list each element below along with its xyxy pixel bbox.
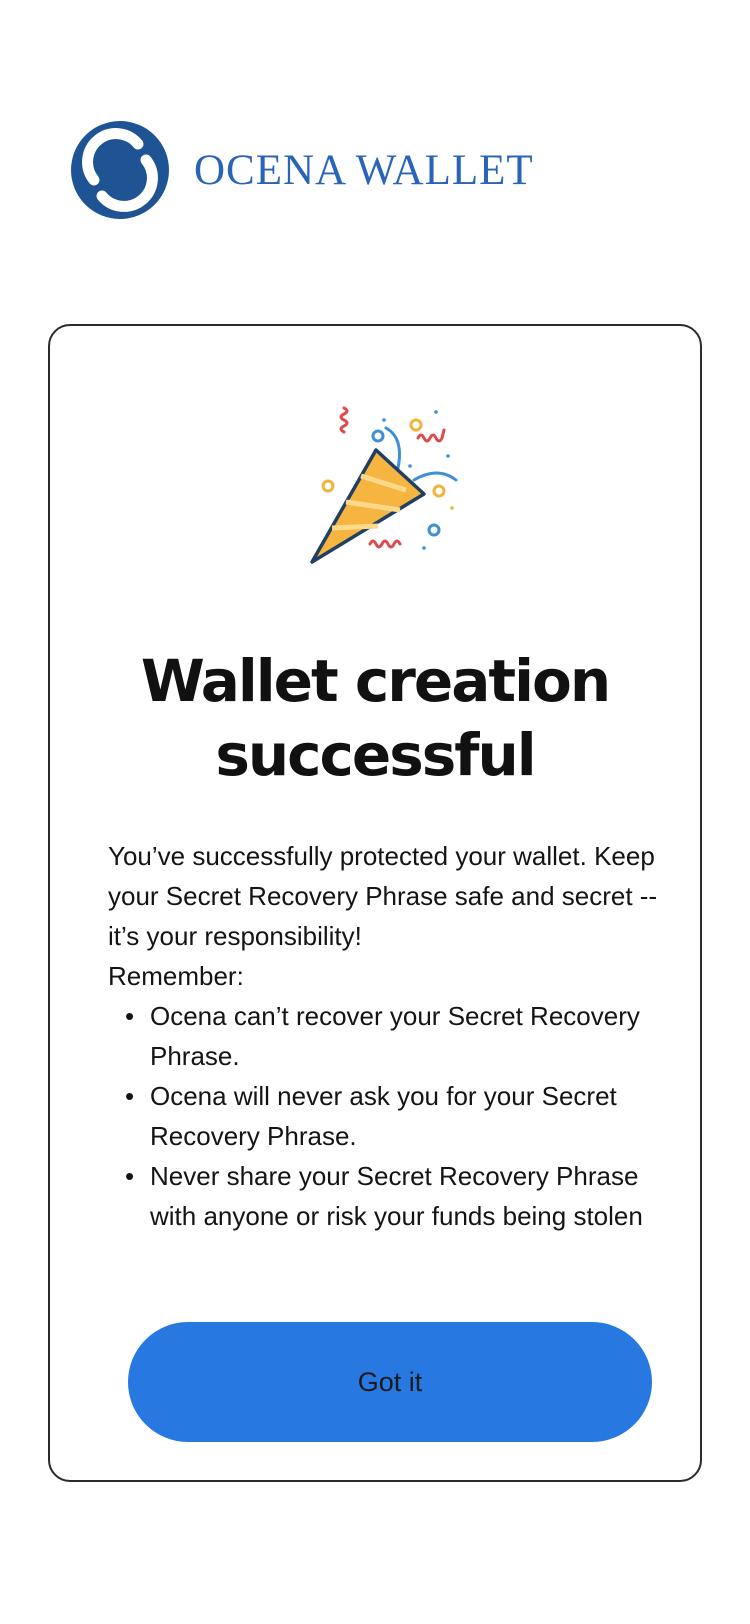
- brand-name: OCENA WALLET: [194, 146, 534, 194]
- page-title: Wallet creation successful: [140, 647, 611, 789]
- list-item: Never share your Secret Recovery Phrase …: [125, 1156, 660, 1236]
- app-header: OCENA WALLET: [70, 120, 534, 220]
- reminder-list: Ocena can’t recover your Secret Recovery…: [108, 996, 660, 1236]
- list-item: Ocena can’t recover your Secret Recovery…: [125, 996, 660, 1076]
- got-it-button[interactable]: Got it: [128, 1322, 652, 1442]
- remember-label: Remember:: [108, 961, 244, 991]
- success-message: You’ve successfully protected your walle…: [108, 836, 660, 1236]
- party-popper-icon: [310, 406, 458, 564]
- ocena-logo-icon: [71, 121, 169, 219]
- intro-text: You’ve successfully protected your walle…: [108, 841, 658, 951]
- success-card: Wallet creation successful You’ve succes…: [48, 324, 702, 1482]
- list-item: Ocena will never ask you for your Secret…: [125, 1076, 660, 1156]
